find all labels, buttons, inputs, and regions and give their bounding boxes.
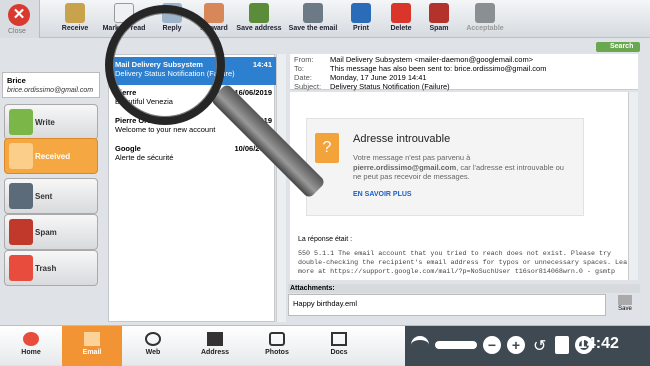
trash-icon xyxy=(391,3,411,23)
close-button[interactable]: ✕ Close xyxy=(0,0,40,38)
attachment-item[interactable]: Happy birthday.eml xyxy=(288,294,606,316)
close-icon: ✕ xyxy=(8,4,30,26)
spam-button[interactable]: Spam xyxy=(422,3,456,32)
write-icon xyxy=(9,109,33,135)
body-scrollbar[interactable] xyxy=(628,92,638,280)
search-button[interactable]: Search xyxy=(596,42,640,52)
save-email-icon xyxy=(303,3,323,23)
taskbar-address[interactable]: Address xyxy=(190,332,240,356)
account-box: Brice brice.ordissimo@gmail.com xyxy=(2,72,100,98)
folder-sent[interactable]: Sent xyxy=(4,178,98,214)
save-icon xyxy=(618,295,632,305)
reply-label: La réponse était : xyxy=(298,236,353,243)
undo-icon[interactable]: ↺ xyxy=(533,336,551,355)
delete-button[interactable]: Delete xyxy=(384,3,418,32)
document-icon xyxy=(331,332,347,346)
email-header: From: Mail Delivery Subsystem <mailer-dae… xyxy=(290,54,638,91)
search-label: Search xyxy=(610,43,634,50)
camera-icon xyxy=(269,332,285,346)
bounce-text: Votre message n'est pas parvenu à pierre… xyxy=(353,153,564,181)
zoom-in-icon[interactable]: + xyxy=(507,336,525,354)
header-from: Mail Delivery Subsystem <mailer-daemon@g… xyxy=(330,55,534,64)
save-attachment-button[interactable]: Save xyxy=(610,294,640,316)
folder-write[interactable]: Write xyxy=(4,104,98,140)
acceptable-icon xyxy=(475,3,495,23)
account-name: Brice xyxy=(7,76,26,85)
taskbar-photos[interactable]: Photos xyxy=(252,332,302,356)
volume-slider[interactable] xyxy=(435,341,477,349)
received-icon xyxy=(9,143,33,169)
list-scrollbar[interactable] xyxy=(276,54,286,322)
header-date: Monday, 17 June 2019 14:41 xyxy=(330,73,427,82)
address-book-icon xyxy=(249,3,269,23)
taskbar-docs[interactable]: Docs xyxy=(314,332,364,356)
taskbar-web[interactable]: Web xyxy=(128,332,178,356)
folder-trash[interactable]: Trash xyxy=(4,250,98,286)
folder-received[interactable]: Received xyxy=(4,138,98,174)
toolbar: ✕ Close Receive Mark all read Reply Forw… xyxy=(0,0,650,38)
print-button[interactable]: Print xyxy=(346,3,376,32)
inbox-icon xyxy=(65,3,85,23)
wifi-icon[interactable] xyxy=(411,336,429,354)
zoom-out-icon[interactable]: − xyxy=(483,336,501,354)
acceptable-button[interactable]: Acceptable xyxy=(462,3,508,32)
warning-icon: ? xyxy=(315,133,339,163)
spam-icon xyxy=(429,3,449,23)
receive-button[interactable]: Receive xyxy=(55,3,95,32)
list-item[interactable]: Google 10/06/2019 Alerte de sécurité xyxy=(109,141,276,169)
trash-tray-icon[interactable] xyxy=(555,336,569,354)
forward-icon xyxy=(204,3,224,23)
header-subject: Delivery Status Notification (Failure) xyxy=(330,82,450,91)
bounce-card: ? Adresse introuvable Votre message n'es… xyxy=(306,118,584,216)
taskbar: Home Email Web Address Photos Docs − + ↺… xyxy=(0,325,650,366)
header-to: This message has also been sent to: bric… xyxy=(330,64,547,73)
bounce-title: Adresse introuvable xyxy=(353,133,451,145)
contacts-icon xyxy=(207,332,223,346)
save-address-button[interactable]: Save address xyxy=(236,3,282,32)
email-body: ? Adresse introuvable Votre message n'es… xyxy=(290,92,635,280)
spam-folder-icon xyxy=(9,219,33,245)
printer-icon xyxy=(351,3,371,23)
email-icon xyxy=(84,332,100,346)
smtp-reply: 550 5.1.1 The email account that you tri… xyxy=(298,250,636,276)
globe-icon xyxy=(145,332,161,346)
folder-spam[interactable]: Spam xyxy=(4,214,98,250)
account-email: brice.ordissimo@gmail.com xyxy=(7,87,94,94)
taskbar-email[interactable]: Email xyxy=(62,326,122,366)
learn-more-link[interactable]: EN SAVOIR PLUS xyxy=(353,191,412,198)
close-label: Close xyxy=(8,28,26,35)
taskbar-home[interactable]: Home xyxy=(6,332,56,356)
attachments-label: Attachments: xyxy=(288,284,640,293)
sent-icon xyxy=(9,183,33,209)
home-icon xyxy=(23,332,39,346)
save-email-button[interactable]: Save the email xyxy=(286,3,340,32)
clock: 14:42 xyxy=(578,335,619,352)
magnifier-icon xyxy=(105,5,225,125)
trash-folder-icon xyxy=(9,255,33,281)
